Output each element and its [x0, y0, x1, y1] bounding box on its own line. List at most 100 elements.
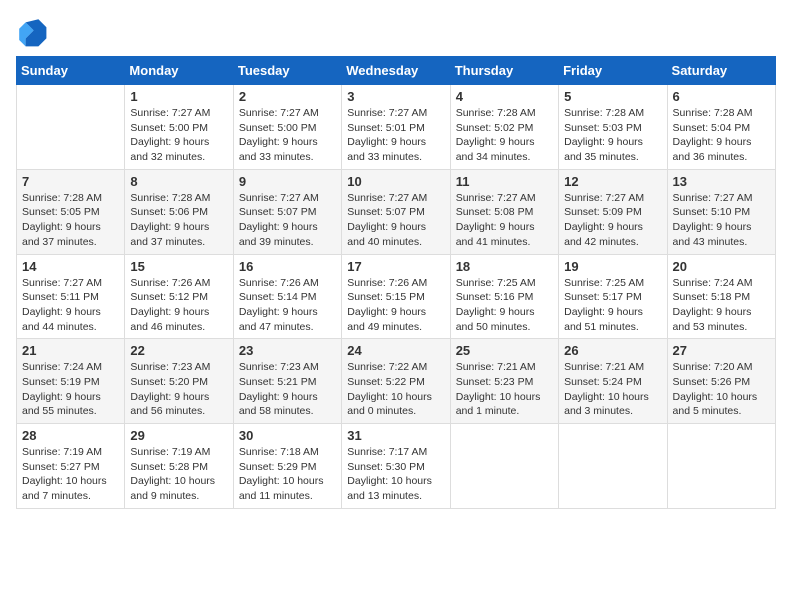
day-info: Sunrise: 7:25 AMSunset: 5:16 PMDaylight:… [456, 276, 553, 335]
day-info: Sunrise: 7:27 AMSunset: 5:07 PMDaylight:… [239, 191, 336, 250]
day-info: Sunrise: 7:22 AMSunset: 5:22 PMDaylight:… [347, 360, 444, 419]
day-number: 21 [22, 343, 119, 358]
day-number: 27 [673, 343, 770, 358]
calendar-cell: 7 Sunrise: 7:28 AMSunset: 5:05 PMDayligh… [17, 169, 125, 254]
day-number: 1 [130, 89, 227, 104]
calendar-cell: 26 Sunrise: 7:21 AMSunset: 5:24 PMDaylig… [559, 339, 667, 424]
day-info: Sunrise: 7:20 AMSunset: 5:26 PMDaylight:… [673, 360, 770, 419]
calendar-cell: 2 Sunrise: 7:27 AMSunset: 5:00 PMDayligh… [233, 85, 341, 170]
day-number: 8 [130, 174, 227, 189]
day-info: Sunrise: 7:28 AMSunset: 5:03 PMDaylight:… [564, 106, 661, 165]
day-info: Sunrise: 7:19 AMSunset: 5:27 PMDaylight:… [22, 445, 119, 504]
day-number: 23 [239, 343, 336, 358]
calendar-cell: 25 Sunrise: 7:21 AMSunset: 5:23 PMDaylig… [450, 339, 558, 424]
day-number: 25 [456, 343, 553, 358]
calendar-cell: 16 Sunrise: 7:26 AMSunset: 5:14 PMDaylig… [233, 254, 341, 339]
day-info: Sunrise: 7:27 AMSunset: 5:00 PMDaylight:… [239, 106, 336, 165]
day-info: Sunrise: 7:24 AMSunset: 5:19 PMDaylight:… [22, 360, 119, 419]
day-info: Sunrise: 7:28 AMSunset: 5:04 PMDaylight:… [673, 106, 770, 165]
day-info: Sunrise: 7:27 AMSunset: 5:00 PMDaylight:… [130, 106, 227, 165]
day-number: 20 [673, 259, 770, 274]
day-info: Sunrise: 7:28 AMSunset: 5:05 PMDaylight:… [22, 191, 119, 250]
calendar-week-2: 7 Sunrise: 7:28 AMSunset: 5:05 PMDayligh… [17, 169, 776, 254]
logo-icon [16, 16, 48, 48]
calendar-cell: 10 Sunrise: 7:27 AMSunset: 5:07 PMDaylig… [342, 169, 450, 254]
day-number: 16 [239, 259, 336, 274]
day-info: Sunrise: 7:19 AMSunset: 5:28 PMDaylight:… [130, 445, 227, 504]
calendar-cell: 17 Sunrise: 7:26 AMSunset: 5:15 PMDaylig… [342, 254, 450, 339]
day-info: Sunrise: 7:27 AMSunset: 5:07 PMDaylight:… [347, 191, 444, 250]
day-number: 24 [347, 343, 444, 358]
weekday-header-row: SundayMondayTuesdayWednesdayThursdayFrid… [17, 57, 776, 85]
calendar-cell: 5 Sunrise: 7:28 AMSunset: 5:03 PMDayligh… [559, 85, 667, 170]
weekday-header-thursday: Thursday [450, 57, 558, 85]
day-info: Sunrise: 7:23 AMSunset: 5:21 PMDaylight:… [239, 360, 336, 419]
weekday-header-monday: Monday [125, 57, 233, 85]
calendar-week-3: 14 Sunrise: 7:27 AMSunset: 5:11 PMDaylig… [17, 254, 776, 339]
weekday-header-wednesday: Wednesday [342, 57, 450, 85]
calendar-cell: 6 Sunrise: 7:28 AMSunset: 5:04 PMDayligh… [667, 85, 775, 170]
day-info: Sunrise: 7:27 AMSunset: 5:09 PMDaylight:… [564, 191, 661, 250]
day-number: 18 [456, 259, 553, 274]
day-number: 10 [347, 174, 444, 189]
day-number: 7 [22, 174, 119, 189]
calendar-cell: 29 Sunrise: 7:19 AMSunset: 5:28 PMDaylig… [125, 424, 233, 509]
calendar-cell: 22 Sunrise: 7:23 AMSunset: 5:20 PMDaylig… [125, 339, 233, 424]
calendar-cell: 27 Sunrise: 7:20 AMSunset: 5:26 PMDaylig… [667, 339, 775, 424]
weekday-header-friday: Friday [559, 57, 667, 85]
day-number: 29 [130, 428, 227, 443]
calendar-cell: 8 Sunrise: 7:28 AMSunset: 5:06 PMDayligh… [125, 169, 233, 254]
calendar-cell [559, 424, 667, 509]
day-info: Sunrise: 7:27 AMSunset: 5:08 PMDaylight:… [456, 191, 553, 250]
weekday-header-tuesday: Tuesday [233, 57, 341, 85]
day-number: 30 [239, 428, 336, 443]
calendar-cell: 30 Sunrise: 7:18 AMSunset: 5:29 PMDaylig… [233, 424, 341, 509]
calendar-cell: 4 Sunrise: 7:28 AMSunset: 5:02 PMDayligh… [450, 85, 558, 170]
day-info: Sunrise: 7:26 AMSunset: 5:15 PMDaylight:… [347, 276, 444, 335]
day-info: Sunrise: 7:21 AMSunset: 5:23 PMDaylight:… [456, 360, 553, 419]
day-number: 17 [347, 259, 444, 274]
day-number: 14 [22, 259, 119, 274]
logo [16, 16, 52, 48]
calendar-cell: 20 Sunrise: 7:24 AMSunset: 5:18 PMDaylig… [667, 254, 775, 339]
day-info: Sunrise: 7:26 AMSunset: 5:14 PMDaylight:… [239, 276, 336, 335]
calendar-cell: 13 Sunrise: 7:27 AMSunset: 5:10 PMDaylig… [667, 169, 775, 254]
page-header [16, 16, 776, 48]
calendar-cell [667, 424, 775, 509]
calendar-table: SundayMondayTuesdayWednesdayThursdayFrid… [16, 56, 776, 509]
calendar-cell: 23 Sunrise: 7:23 AMSunset: 5:21 PMDaylig… [233, 339, 341, 424]
calendar-cell: 14 Sunrise: 7:27 AMSunset: 5:11 PMDaylig… [17, 254, 125, 339]
calendar-week-1: 1 Sunrise: 7:27 AMSunset: 5:00 PMDayligh… [17, 85, 776, 170]
calendar-cell: 28 Sunrise: 7:19 AMSunset: 5:27 PMDaylig… [17, 424, 125, 509]
day-info: Sunrise: 7:24 AMSunset: 5:18 PMDaylight:… [673, 276, 770, 335]
day-number: 4 [456, 89, 553, 104]
day-info: Sunrise: 7:21 AMSunset: 5:24 PMDaylight:… [564, 360, 661, 419]
day-number: 28 [22, 428, 119, 443]
day-number: 31 [347, 428, 444, 443]
day-number: 3 [347, 89, 444, 104]
day-info: Sunrise: 7:28 AMSunset: 5:02 PMDaylight:… [456, 106, 553, 165]
calendar-cell: 31 Sunrise: 7:17 AMSunset: 5:30 PMDaylig… [342, 424, 450, 509]
calendar-cell: 15 Sunrise: 7:26 AMSunset: 5:12 PMDaylig… [125, 254, 233, 339]
calendar-cell: 3 Sunrise: 7:27 AMSunset: 5:01 PMDayligh… [342, 85, 450, 170]
calendar-cell: 18 Sunrise: 7:25 AMSunset: 5:16 PMDaylig… [450, 254, 558, 339]
day-info: Sunrise: 7:17 AMSunset: 5:30 PMDaylight:… [347, 445, 444, 504]
day-info: Sunrise: 7:26 AMSunset: 5:12 PMDaylight:… [130, 276, 227, 335]
day-number: 12 [564, 174, 661, 189]
day-number: 9 [239, 174, 336, 189]
day-number: 26 [564, 343, 661, 358]
day-info: Sunrise: 7:27 AMSunset: 5:01 PMDaylight:… [347, 106, 444, 165]
day-number: 15 [130, 259, 227, 274]
calendar-cell [17, 85, 125, 170]
calendar-cell: 24 Sunrise: 7:22 AMSunset: 5:22 PMDaylig… [342, 339, 450, 424]
calendar-week-5: 28 Sunrise: 7:19 AMSunset: 5:27 PMDaylig… [17, 424, 776, 509]
day-info: Sunrise: 7:27 AMSunset: 5:11 PMDaylight:… [22, 276, 119, 335]
day-number: 22 [130, 343, 227, 358]
calendar-cell: 12 Sunrise: 7:27 AMSunset: 5:09 PMDaylig… [559, 169, 667, 254]
weekday-header-sunday: Sunday [17, 57, 125, 85]
day-info: Sunrise: 7:23 AMSunset: 5:20 PMDaylight:… [130, 360, 227, 419]
calendar-cell: 11 Sunrise: 7:27 AMSunset: 5:08 PMDaylig… [450, 169, 558, 254]
weekday-header-saturday: Saturday [667, 57, 775, 85]
day-info: Sunrise: 7:27 AMSunset: 5:10 PMDaylight:… [673, 191, 770, 250]
day-number: 2 [239, 89, 336, 104]
